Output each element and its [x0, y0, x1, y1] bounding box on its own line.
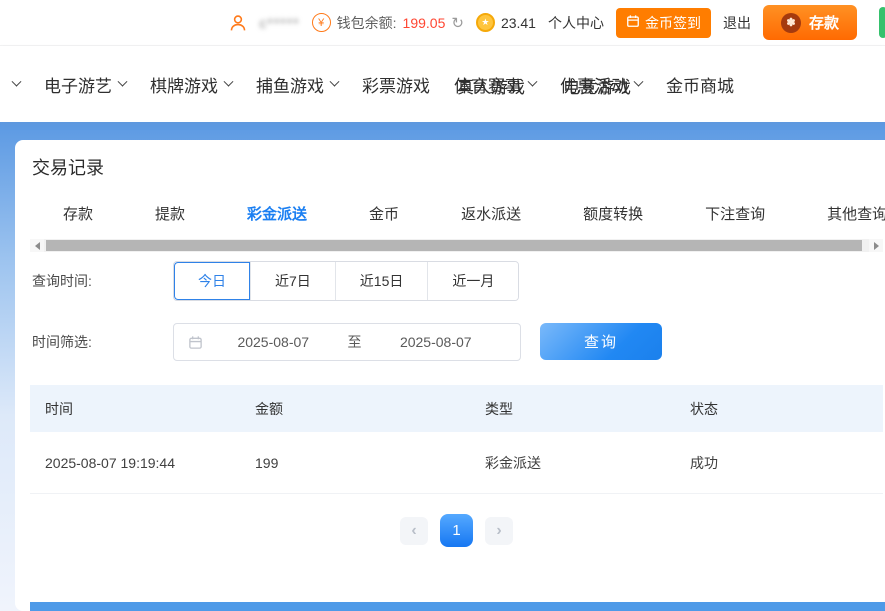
page-background: 交易记录 存款 提款 彩金派送 金币 返水派送 额度转换 下注查询 其他查询 查… [0, 122, 885, 611]
search-button[interactable]: 查询 [540, 323, 662, 360]
chevron-down-icon [224, 76, 234, 86]
cell-status: 成功 [675, 453, 883, 473]
range-today-button[interactable]: 今日 [174, 262, 250, 300]
column-header-time: 时间 [30, 399, 240, 419]
tab-quota-transfer[interactable]: 额度转换 [583, 203, 643, 224]
pagination-page-1[interactable]: 1 [440, 514, 473, 547]
nav-item-fishing-games[interactable]: 捕鱼游戏 [256, 72, 338, 97]
pagination-prev-button[interactable]: ‹ [400, 517, 428, 545]
table-header-row: 时间 金额 类型 状态 [30, 385, 883, 432]
username-blurred[interactable]: c***** [259, 15, 299, 31]
time-filter-label: 时间筛选: [32, 322, 92, 362]
nav-item-lottery-games[interactable]: 彩票游戏 [362, 72, 430, 97]
range-1month-button[interactable]: 近一月 [427, 262, 518, 300]
deposit-coin-icon: ✽ [781, 13, 801, 33]
nav-item-partial[interactable] [6, 81, 20, 88]
tabs-horizontal-scrollbar[interactable] [30, 239, 883, 252]
cell-amount: 199 [240, 455, 470, 471]
chevron-down-icon [118, 76, 128, 86]
tab-bonus-delivery[interactable]: 彩金派送 [247, 203, 307, 224]
footer-blue-bar [30, 602, 885, 611]
nav-item-promotions[interactable]: 优惠活动 电竞游戏 [560, 72, 642, 97]
column-header-amount: 金额 [240, 399, 470, 419]
nav-item-promotions-overlap: 电竞游戏 [563, 73, 631, 98]
calendar-icon [188, 335, 203, 350]
range-7days-button[interactable]: 近7日 [250, 262, 335, 300]
records-table: 时间 金额 类型 状态 2025-08-07 19:19:44 199 彩金派送… [30, 385, 883, 494]
date-range-separator: 至 [344, 332, 366, 352]
nav-item-gold-coin-mall[interactable]: 金币商城 [666, 72, 734, 97]
range-15days-button[interactable]: 近15日 [335, 262, 428, 300]
record-tabs: 存款 提款 彩金派送 金币 返水派送 额度转换 下注查询 其他查询 [15, 203, 885, 224]
date-from-value[interactable]: 2025-08-07 [203, 334, 344, 350]
pagination-next-button[interactable]: › [485, 517, 513, 545]
chevron-down-icon [12, 76, 22, 86]
scroll-left-arrow-icon[interactable] [30, 239, 44, 252]
date-range-input[interactable]: 2025-08-07 至 2025-08-07 [173, 323, 521, 361]
column-header-type: 类型 [470, 399, 675, 419]
query-time-label: 查询时间: [32, 261, 92, 301]
main-nav: 电子游艺 棋牌游戏 捕鱼游戏 彩票游戏 体育赛事 真人游戏 优惠活动 电竞游戏 … [0, 46, 885, 122]
tab-other-query[interactable]: 其他查询 [827, 203, 885, 224]
tab-deposit[interactable]: 存款 [63, 203, 93, 224]
chevron-down-icon [330, 76, 340, 86]
chevron-down-icon [634, 76, 644, 86]
pagination: ‹ 1 › [30, 514, 883, 547]
personal-center-link[interactable]: 个人中心 [548, 13, 604, 33]
wallet-value: 199.05 [403, 15, 446, 31]
gold-coin-balance: ★ 23.41 [476, 13, 536, 32]
gold-coin-icon: ★ [476, 13, 495, 32]
deposit-button[interactable]: ✽ 存款 [763, 5, 857, 40]
column-header-status: 状态 [675, 399, 883, 419]
wallet-label: 钱包余额: [337, 13, 397, 33]
yuan-icon: ¥ [312, 13, 331, 32]
tab-withdraw[interactable]: 提款 [155, 203, 185, 224]
scroll-right-arrow-icon[interactable] [869, 239, 883, 252]
cell-type: 彩金派送 [470, 453, 675, 473]
logout-link[interactable]: 退出 [723, 13, 751, 33]
transaction-record-panel: 交易记录 存款 提款 彩金派送 金币 返水派送 额度转换 下注查询 其他查询 查… [15, 140, 885, 611]
wallet-balance: ¥ 钱包余额: 199.05 ↻ [312, 13, 464, 33]
calendar-icon [626, 14, 640, 31]
gold-coin-value: 23.41 [501, 15, 536, 31]
tab-gold-coin[interactable]: 金币 [369, 203, 399, 224]
tab-rebate-delivery[interactable]: 返水派送 [461, 203, 521, 224]
refresh-icon[interactable]: ↻ [451, 14, 464, 32]
table-row: 2025-08-07 19:19:44 199 彩金派送 成功 [30, 432, 883, 494]
topbar: c***** ¥ 钱包余额: 199.05 ↻ ★ 23.41 个人中心 金币签… [0, 0, 885, 46]
nav-item-sports-overlap: 真人游戏 [457, 73, 525, 98]
quick-range-group: 今日 近7日 近15日 近一月 [173, 261, 519, 301]
scrollbar-thumb[interactable] [46, 240, 862, 251]
nav-item-sports[interactable]: 体育赛事 真人游戏 [454, 72, 536, 97]
cutoff-green-button[interactable] [879, 7, 885, 38]
date-to-value[interactable]: 2025-08-07 [366, 334, 507, 350]
page-title: 交易记录 [32, 154, 104, 180]
cell-time: 2025-08-07 19:19:44 [30, 455, 240, 471]
nav-item-board-games[interactable]: 棋牌游戏 [150, 72, 232, 97]
tab-bet-query[interactable]: 下注查询 [705, 203, 765, 224]
chevron-down-icon [528, 76, 538, 86]
scrollbar-track[interactable] [44, 239, 869, 252]
user-icon [229, 14, 247, 32]
nav-item-electronic-games[interactable]: 电子游艺 [44, 72, 126, 97]
gold-coin-signin-button[interactable]: 金币签到 [616, 8, 711, 38]
